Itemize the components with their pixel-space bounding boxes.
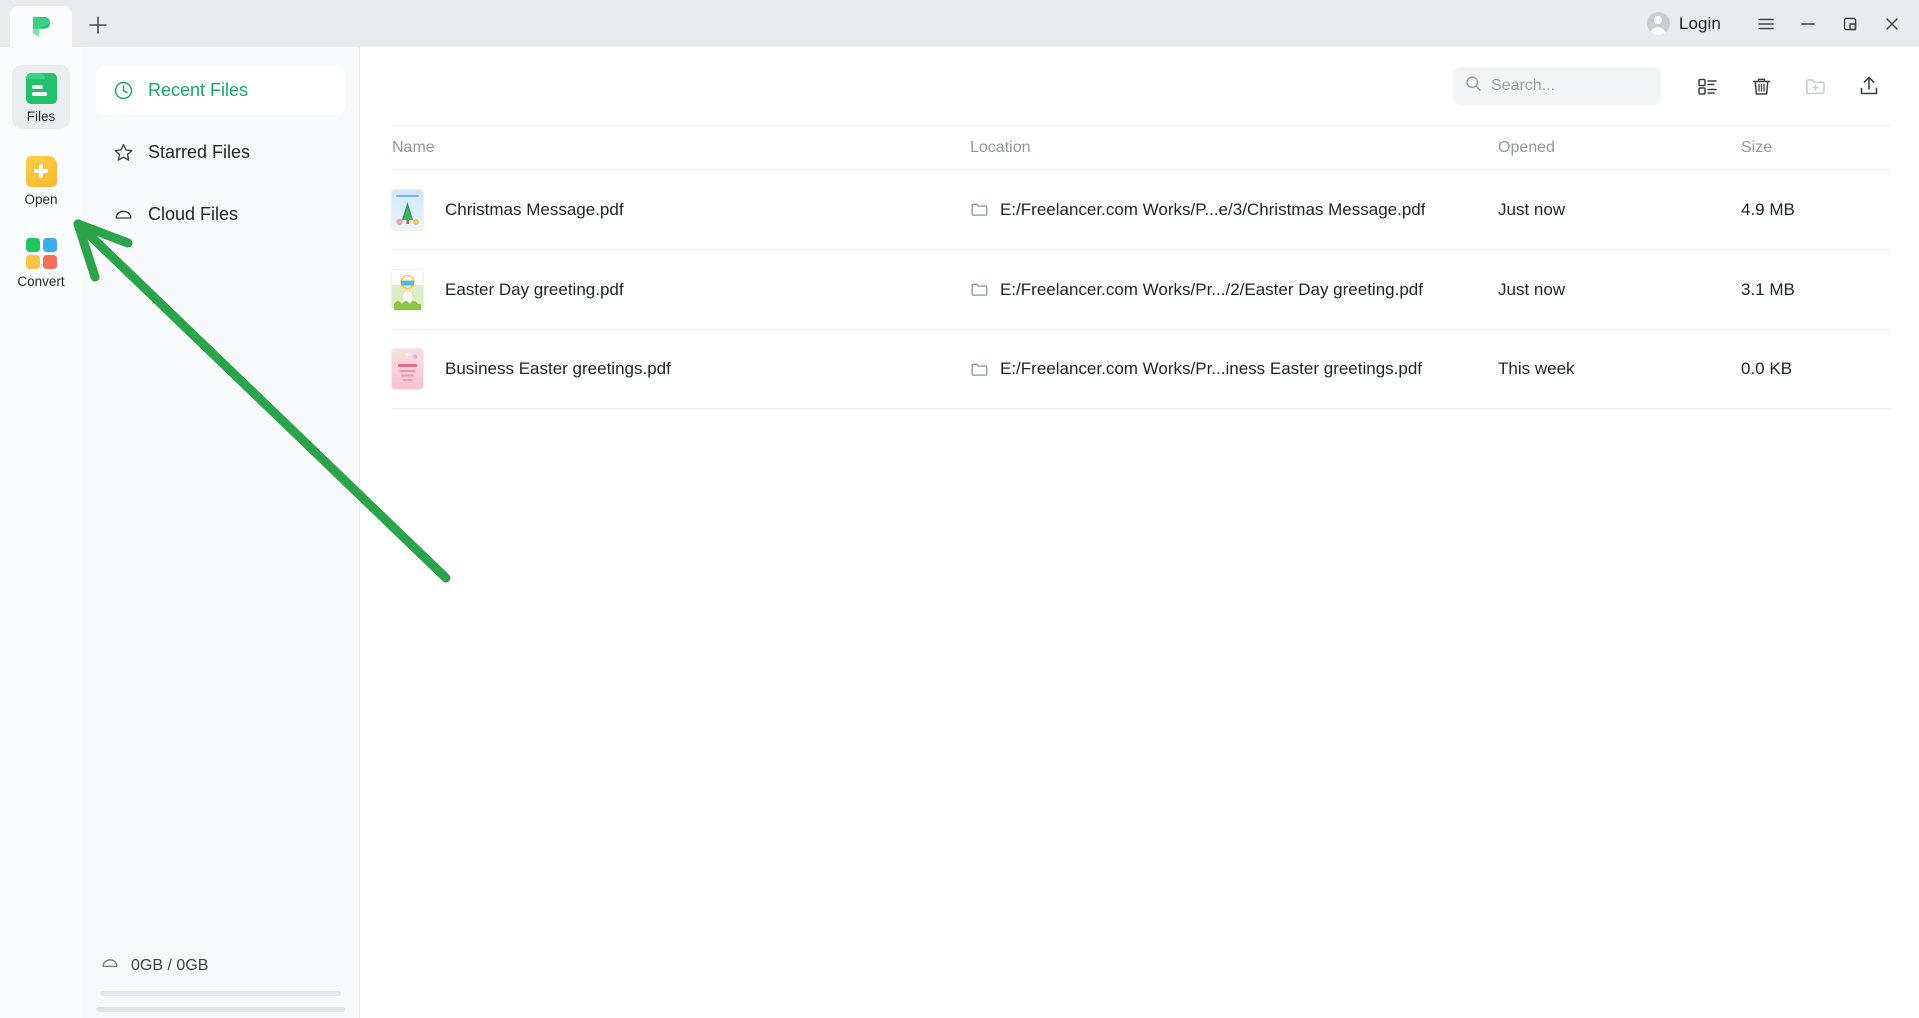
rail-item-label: Files	[26, 109, 56, 124]
sidebar-item-cloud-files[interactable]: Cloud Files	[96, 189, 345, 239]
table-row[interactable]: Business Easter greetings.pdf E:/Freelan…	[392, 329, 1891, 409]
left-rail: Files Open Convert	[0, 47, 82, 1018]
login-label: Login	[1678, 13, 1721, 33]
folder-icon	[970, 200, 989, 219]
file-location: E:/Freelancer.com Works/Pr.../2/Easter D…	[1000, 279, 1423, 299]
file-thumbnail	[392, 269, 423, 310]
pdfgear-logo-icon	[28, 14, 54, 40]
column-header-name[interactable]: Name	[392, 139, 970, 157]
cloud-icon	[112, 203, 134, 225]
maximize-restore-icon[interactable]	[1829, 5, 1871, 43]
file-name: Christmas Message.pdf	[445, 199, 624, 219]
rail-item-label: Open	[24, 191, 58, 207]
content-toolbar	[360, 47, 1919, 125]
file-thumbnail	[392, 189, 423, 230]
file-size: 4.9 MB	[1741, 199, 1795, 219]
file-size: 0.0 KB	[1741, 359, 1793, 378]
rail-item-label: Convert	[17, 274, 65, 289]
new-tab-button[interactable]	[78, 5, 118, 45]
title-bar: Login	[0, 0, 1919, 47]
file-thumbnail	[392, 349, 423, 389]
list-view-icon[interactable]	[1683, 64, 1731, 108]
app-body: Files Open Convert Recent Files Starred …	[0, 47, 1919, 1018]
rail-item-convert[interactable]: Convert	[12, 230, 70, 294]
rail-item-open[interactable]: Open	[12, 148, 70, 212]
window-controls: Login	[1637, 0, 1919, 47]
login-button[interactable]: Login	[1637, 7, 1731, 41]
clock-icon	[112, 79, 134, 101]
folder-icon	[970, 280, 989, 299]
table-header-row: Name Location Opened Size	[392, 125, 1891, 169]
sidebar-item-label: Cloud Files	[148, 203, 239, 224]
sidebar-item-label: Starred Files	[148, 141, 251, 162]
upload-icon[interactable]	[1845, 64, 1893, 108]
cloud-icon	[100, 953, 120, 978]
application-window: Login Files Open Convert Recent Files St…	[0, 0, 1919, 1018]
search-box[interactable]	[1453, 67, 1661, 105]
column-header-location[interactable]: Location	[970, 139, 1498, 157]
storage-progress-bar	[100, 991, 341, 996]
column-header-size[interactable]: Size	[1741, 139, 1891, 157]
file-location: E:/Freelancer.com Works/Pr...iness Easte…	[1000, 359, 1423, 378]
search-icon	[1465, 75, 1482, 97]
app-tab[interactable]	[10, 6, 72, 47]
file-name: Easter Day greeting.pdf	[445, 279, 624, 299]
hamburger-menu-icon[interactable]	[1745, 5, 1787, 43]
sidebar-item-label: Recent Files	[148, 79, 249, 100]
file-location: E:/Freelancer.com Works/P...e/3/Christma…	[1000, 199, 1426, 219]
file-size: 3.1 MB	[1741, 279, 1795, 299]
close-icon[interactable]	[1871, 5, 1913, 43]
table-row[interactable]: Christmas Message.pdf E:/Freelancer.com …	[392, 169, 1891, 249]
search-input[interactable]	[1491, 77, 1649, 95]
new-folder-icon[interactable]	[1791, 64, 1839, 108]
files-table: Name Location Opened Size Christmas Mess…	[360, 125, 1919, 409]
storage-text: 0GB / 0GB	[131, 956, 209, 974]
tab-strip	[0, 0, 118, 47]
folder-icon	[970, 360, 989, 379]
nav-horizontal-scrollbar[interactable]	[96, 1007, 345, 1012]
open-file-plus-icon	[25, 155, 57, 187]
sidebar-item-starred-files[interactable]: Starred Files	[96, 127, 345, 177]
avatar	[1646, 12, 1670, 35]
trash-icon[interactable]	[1737, 64, 1785, 108]
file-opened: Just now	[1498, 279, 1566, 299]
file-name: Business Easter greetings.pdf	[445, 359, 671, 378]
star-icon	[112, 141, 134, 163]
main-content: Name Location Opened Size	[360, 47, 1919, 1018]
convert-grid-icon	[25, 238, 57, 269]
column-header-opened[interactable]: Opened	[1498, 139, 1741, 157]
files-icon	[25, 73, 57, 104]
table-row[interactable]: Easter Day greeting.pdf E:/Freelancer.co…	[392, 249, 1891, 329]
rail-item-files[interactable]: Files	[12, 65, 70, 129]
navigation-panel: Recent Files Starred Files Cloud Files 0…	[82, 47, 360, 1018]
sidebar-item-recent-files[interactable]: Recent Files	[96, 65, 345, 115]
file-opened: This week	[1498, 359, 1575, 378]
file-opened: Just now	[1498, 199, 1566, 219]
minimize-icon[interactable]	[1787, 5, 1829, 43]
